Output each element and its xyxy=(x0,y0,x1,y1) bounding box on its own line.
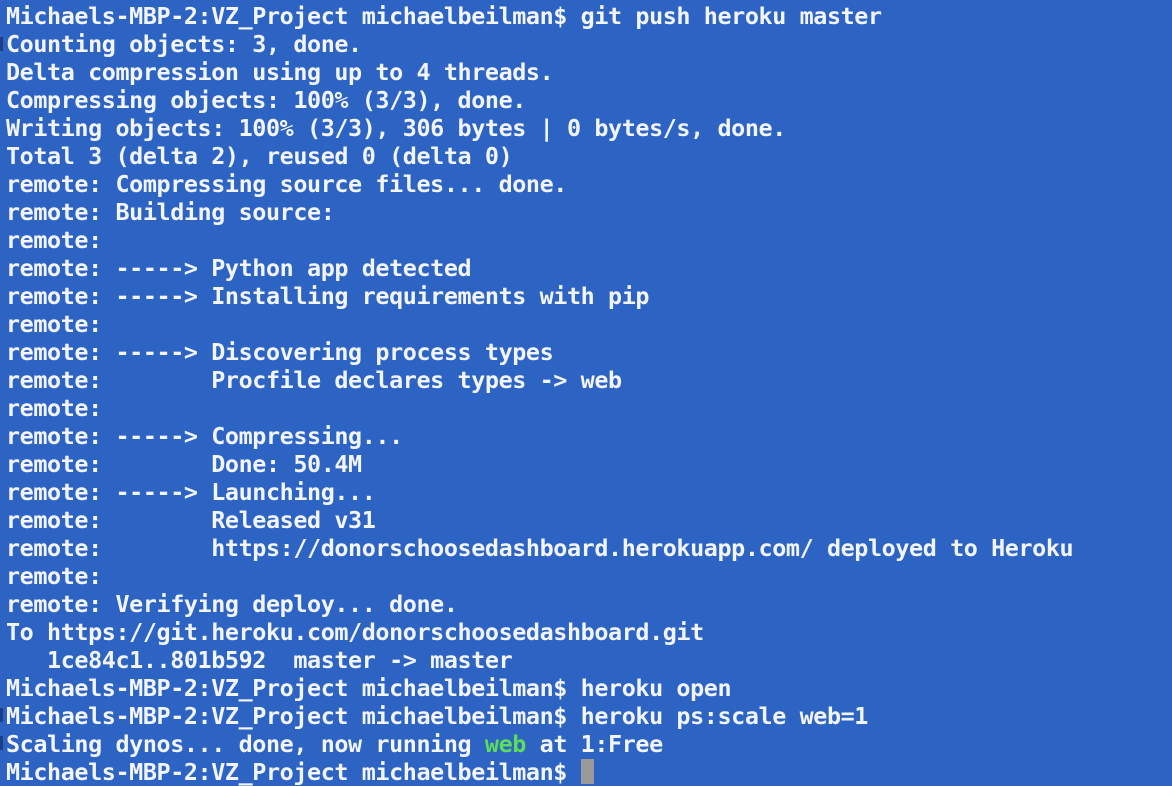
terminal-line: Michaels-MBP-2:VZ_Project michaelbeilman… xyxy=(6,2,882,30)
terminal-line: remote: Building source: xyxy=(6,198,335,226)
terminal-line: remote: Compressing source files... done… xyxy=(6,170,567,198)
terminal-line: remote: -----> Discovering process types xyxy=(6,338,554,366)
margin-mark xyxy=(0,708,3,722)
terminal-line: remote: Done: 50.4M xyxy=(6,450,362,478)
terminal-line: remote: Verifying deploy... done. xyxy=(6,590,458,618)
terminal-line: Counting objects: 3, done. xyxy=(6,30,362,58)
terminal-line: Total 3 (delta 2), reused 0 (delta 0) xyxy=(6,142,513,170)
terminal-line: Michaels-MBP-2:VZ_Project michaelbeilman… xyxy=(6,702,868,730)
margin-mark xyxy=(0,37,3,51)
terminal-line: remote: xyxy=(6,226,102,254)
text-cursor[interactable] xyxy=(580,759,594,784)
terminal-line: remote: Released v31 xyxy=(6,506,376,534)
terminal-window[interactable]: Michaels-MBP-2:VZ_Project michaelbeilman… xyxy=(0,0,1172,786)
terminal-line: remote: xyxy=(6,562,102,590)
terminal-line: remote: Procfile declares types -> web xyxy=(6,366,622,394)
terminal-line: remote: -----> Compressing... xyxy=(6,422,403,450)
terminal-line: remote: -----> Installing requirements w… xyxy=(6,282,650,310)
scaling-prefix: Scaling dynos... done, now running xyxy=(6,730,485,758)
terminal-line: remote: xyxy=(6,310,102,338)
terminal-line: 1ce84c1..801b592 master -> master xyxy=(6,646,513,674)
shell-prompt: Michaels-MBP-2:VZ_Project michaelbeilman… xyxy=(6,758,581,786)
web-process-highlight: web xyxy=(484,730,526,758)
terminal-line: To https://git.heroku.com/donorschooseda… xyxy=(6,618,704,646)
terminal-line: remote: xyxy=(6,394,102,422)
scaling-output-line: Scaling dynos... done, now running web a… xyxy=(6,730,1172,758)
terminal-line: remote: -----> Launching... xyxy=(6,478,376,506)
margin-mark xyxy=(0,736,3,750)
prompt-line[interactable]: Michaels-MBP-2:VZ_Project michaelbeilman… xyxy=(6,758,1172,786)
terminal-line: Writing objects: 100% (3/3), 306 bytes |… xyxy=(6,114,786,142)
terminal-line: Delta compression using up to 4 threads. xyxy=(6,58,554,86)
terminal-line: remote: -----> Python app detected xyxy=(6,254,472,282)
scaling-suffix: at 1:Free xyxy=(525,730,664,758)
terminal-line: Michaels-MBP-2:VZ_Project michaelbeilman… xyxy=(6,674,732,702)
terminal-line: Compressing objects: 100% (3/3), done. xyxy=(6,86,526,114)
terminal-line: remote: https://donorschoosedashboard.he… xyxy=(6,534,1074,562)
